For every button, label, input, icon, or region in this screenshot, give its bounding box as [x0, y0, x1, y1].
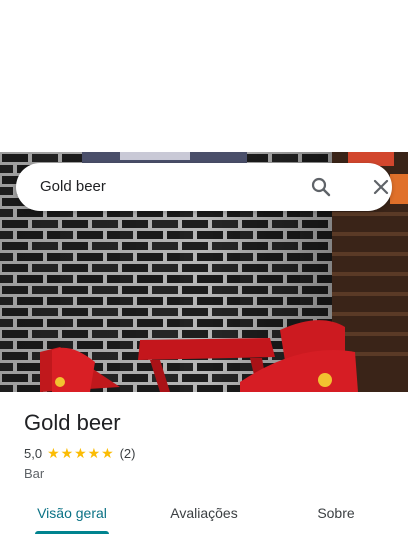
star-icon: ★: [60, 445, 74, 461]
tab-reviews[interactable]: Avaliações: [152, 498, 256, 536]
place-info-panel: Gold beer 5,0 ★ ★ ★ ★ ★ (2) Bar Visão ge…: [0, 392, 408, 544]
search-icon[interactable]: [309, 175, 333, 199]
search-bar[interactable]: Gold beer: [16, 163, 392, 211]
search-input[interactable]: Gold beer: [40, 163, 106, 211]
star-rating: ★ ★ ★ ★ ★: [47, 446, 115, 460]
tab-bar: Visão geral Avaliações Sobre: [0, 498, 408, 536]
rating-value: 5,0: [24, 445, 43, 461]
blank-area: [0, 0, 408, 152]
active-tab-indicator: [35, 531, 109, 534]
place-category[interactable]: Bar: [24, 466, 44, 481]
review-count[interactable]: (2): [120, 446, 136, 461]
star-icon: ★: [47, 445, 60, 461]
rating-row[interactable]: 5,0 ★ ★ ★ ★ ★ (2): [24, 445, 135, 461]
star-icon: ★: [87, 445, 101, 461]
close-icon[interactable]: [369, 175, 393, 199]
star-icon: ★: [74, 445, 87, 461]
place-name: Gold beer: [24, 410, 121, 435]
tab-about[interactable]: Sobre: [284, 498, 388, 536]
star-icon: ★: [101, 445, 114, 461]
